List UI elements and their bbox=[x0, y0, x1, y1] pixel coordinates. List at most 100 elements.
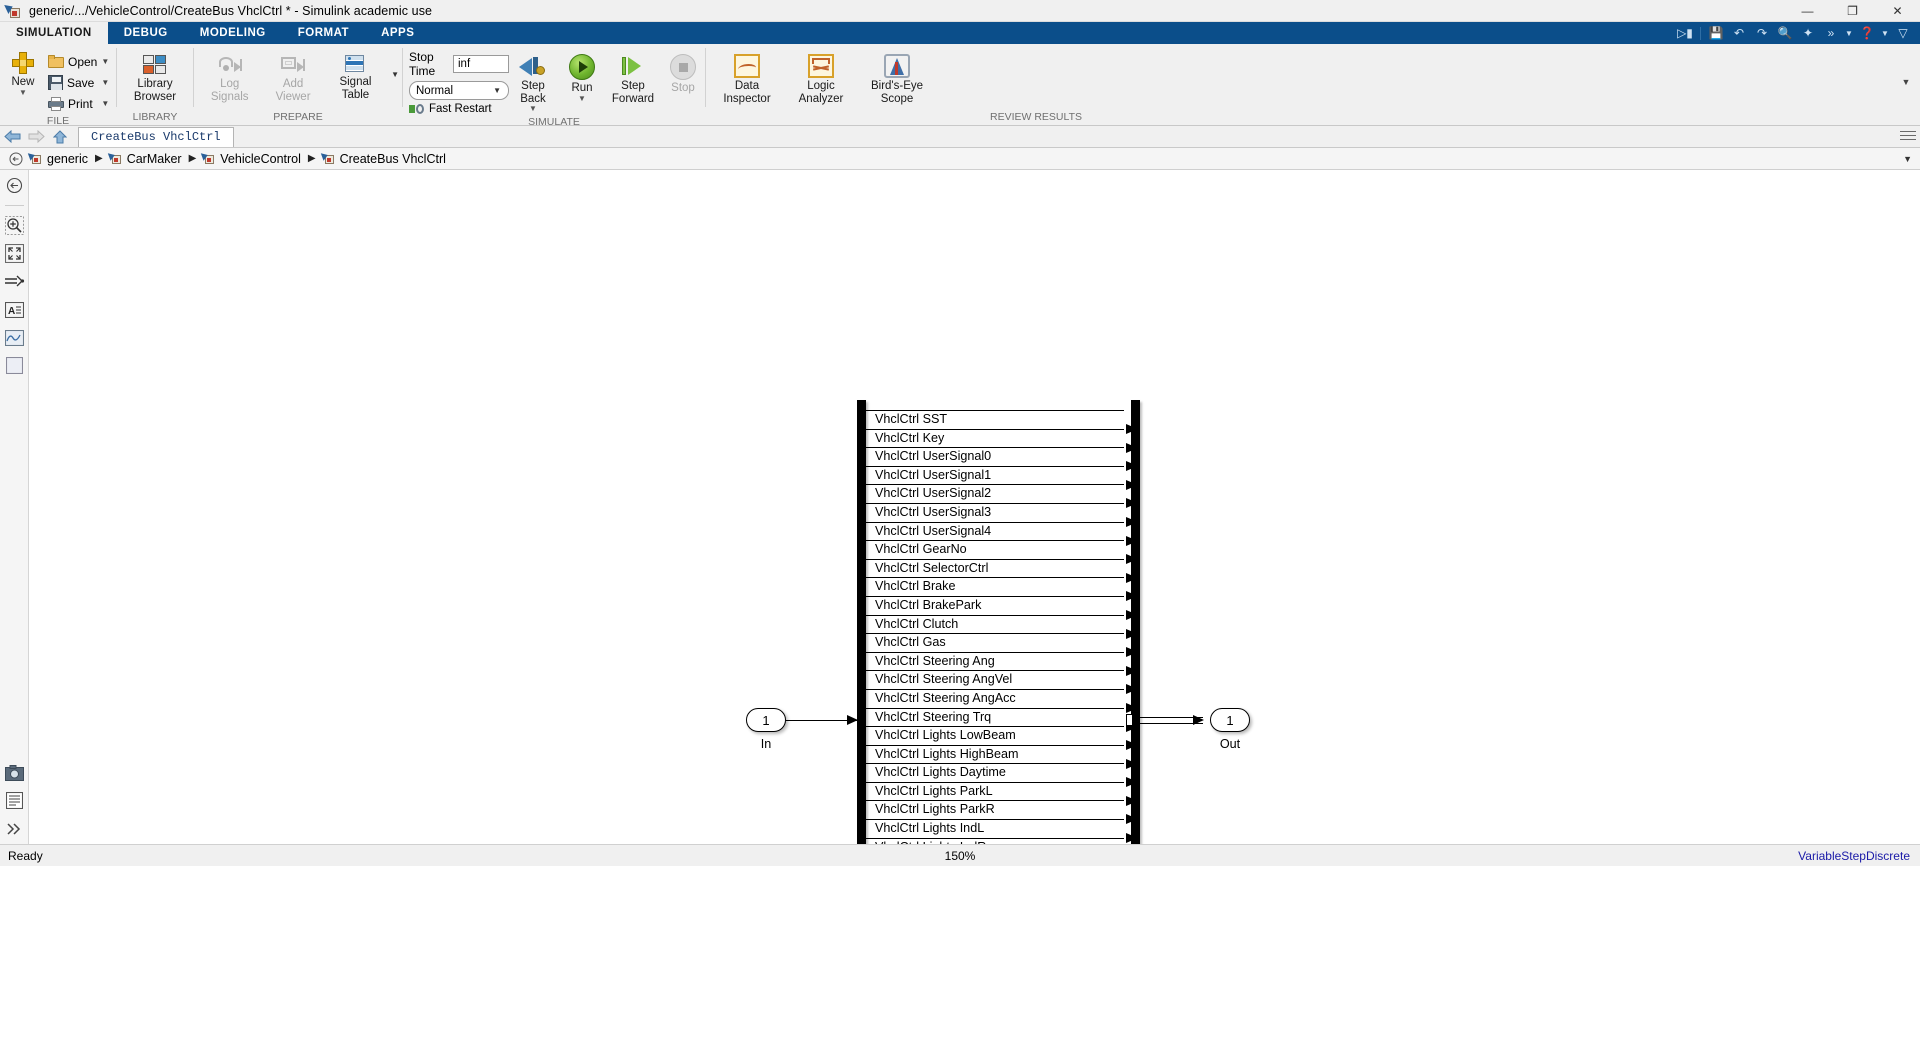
maximize-button[interactable]: ❐ bbox=[1830, 0, 1875, 22]
sidebar-item-expand-panel[interactable] bbox=[4, 819, 25, 838]
new-chevron-down-icon[interactable]: ▼ bbox=[19, 88, 27, 96]
tab-modeling[interactable]: MODELING bbox=[184, 22, 282, 44]
bus-signal-row[interactable]: VhclCtrl Gas bbox=[866, 633, 1138, 658]
bus-signal-row[interactable]: VhclCtrl Lights Daytime bbox=[866, 763, 1138, 788]
tab-apps[interactable]: APPS bbox=[365, 22, 430, 44]
navigate-up-button[interactable] bbox=[48, 127, 72, 147]
qa-matlab-icon[interactable]: ✦ bbox=[1797, 24, 1819, 43]
bus-signal-row[interactable]: VhclCtrl Key bbox=[866, 428, 1138, 453]
stop-button[interactable]: Stop bbox=[661, 52, 705, 112]
stop-time-input[interactable] bbox=[453, 55, 509, 73]
tab-debug[interactable]: DEBUG bbox=[108, 22, 184, 44]
simulation-mode-chevron-down-icon[interactable]: ▼ bbox=[493, 86, 501, 95]
breadcrumb-item-generic[interactable]: generic bbox=[27, 150, 90, 166]
print-button[interactable]: Print ▼ bbox=[46, 93, 115, 114]
step-forward-button[interactable]: Step Forward bbox=[607, 52, 659, 112]
bus-signal-row[interactable]: VhclCtrl Steering AngAcc bbox=[866, 688, 1138, 713]
open-chevron-down-icon[interactable]: ▼ bbox=[101, 57, 115, 66]
hide-breadcrumb-icon[interactable] bbox=[6, 149, 26, 169]
output-port-block[interactable]: 1 bbox=[1210, 708, 1250, 732]
qa-redo-icon[interactable]: ↷ bbox=[1751, 24, 1773, 43]
birds-eye-scope-icon bbox=[884, 54, 910, 78]
birds-eye-scope-button[interactable]: Bird's-Eye Scope bbox=[864, 52, 930, 105]
qa-save-icon[interactable]: 💾 bbox=[1705, 24, 1727, 43]
status-solver-label[interactable]: VariableStepDiscrete bbox=[1798, 849, 1910, 863]
sidebar-item-zoom[interactable] bbox=[4, 216, 25, 235]
qa-help-icon[interactable]: ❓ bbox=[1856, 24, 1878, 43]
input-port-block[interactable]: 1 bbox=[746, 708, 786, 732]
save-button[interactable]: Save ▼ bbox=[46, 72, 115, 93]
simulation-mode-select[interactable]: Normal ▼ bbox=[409, 81, 509, 100]
bus-signal-row[interactable]: VhclCtrl SST bbox=[866, 410, 1138, 434]
run-button[interactable]: Run ▼ bbox=[559, 52, 605, 112]
sidebar-item-scope[interactable] bbox=[4, 328, 25, 347]
sidebar-item-block[interactable] bbox=[4, 356, 25, 375]
bus-signal-row[interactable]: VhclCtrl UserSignal3 bbox=[866, 502, 1138, 527]
bus-signal-row[interactable]: VhclCtrl Steering Ang bbox=[866, 651, 1138, 676]
qa-expand-icon[interactable]: ▽ bbox=[1892, 24, 1914, 43]
bus-creator-input-bar[interactable] bbox=[857, 400, 866, 844]
print-chevron-down-icon[interactable]: ▼ bbox=[101, 99, 115, 108]
data-inspector-button[interactable]: Data Inspector bbox=[716, 52, 778, 105]
breadcrumb-item-carmaker[interactable]: CarMaker bbox=[107, 150, 184, 166]
bus-signal-row[interactable]: VhclCtrl Steering AngVel bbox=[866, 670, 1138, 695]
qa-undo-icon[interactable]: ↶ bbox=[1728, 24, 1750, 43]
bus-signal-row[interactable]: VhclCtrl UserSignal1 bbox=[866, 465, 1138, 490]
status-zoom-level[interactable]: 150% bbox=[945, 849, 976, 863]
tab-simulation[interactable]: SIMULATION bbox=[0, 22, 108, 44]
bus-signal-row[interactable]: VhclCtrl Brake bbox=[866, 577, 1138, 602]
sidebar-item-annotation[interactable]: A bbox=[4, 300, 25, 319]
navigate-forward-button[interactable] bbox=[24, 127, 48, 147]
step-back-button[interactable]: Step Back ▼ bbox=[509, 52, 557, 113]
add-viewer-button[interactable]: Add Viewer bbox=[263, 52, 322, 103]
breadcrumb-chevron-down-icon[interactable]: ▼ bbox=[1903, 154, 1912, 164]
bus-signal-row[interactable]: VhclCtrl Lights ParkR bbox=[866, 800, 1138, 825]
step-back-chevron-down-icon[interactable]: ▼ bbox=[529, 105, 537, 113]
simulink-canvas[interactable]: 1 In VhclCtrl SST VhclCtrl Key VhclCtrl Us… bbox=[29, 170, 1920, 844]
sidebar-item-fit-to-view[interactable] bbox=[4, 244, 25, 263]
bus-signal-row[interactable]: VhclCtrl Lights ParkL bbox=[866, 781, 1138, 806]
bus-signal-row[interactable]: VhclCtrl SelectorCtrl bbox=[866, 558, 1138, 583]
qa-help-chevron-down-icon[interactable]: ▼ bbox=[1879, 24, 1891, 43]
bus-signal-row[interactable]: VhclCtrl UserSignal0 bbox=[866, 447, 1138, 472]
qa-shortcuts-icon[interactable]: » bbox=[1820, 24, 1842, 43]
bus-signal-label: VhclCtrl Gas bbox=[875, 635, 946, 650]
signal-table-button[interactable]: Signal Table bbox=[327, 52, 384, 101]
bus-signal-row[interactable]: VhclCtrl Lights LowBeam bbox=[866, 726, 1138, 751]
bus-signal-row[interactable]: VhclCtrl GearNo bbox=[866, 540, 1138, 565]
sidebar-item-notes[interactable] bbox=[4, 791, 25, 810]
bus-signal-row[interactable]: VhclCtrl Lights HighBeam bbox=[866, 744, 1138, 769]
bus-signal-row[interactable]: VhclCtrl UserSignal2 bbox=[866, 484, 1138, 509]
model-tab-createbus-vhclctrl[interactable]: CreateBus VhclCtrl bbox=[78, 126, 234, 147]
tab-list-icon[interactable] bbox=[1900, 129, 1916, 143]
sidebar-item-navigate-back[interactable] bbox=[4, 176, 25, 195]
sidebar-item-signal-routing[interactable] bbox=[4, 272, 25, 291]
close-button[interactable]: ✕ bbox=[1875, 0, 1920, 22]
subsystem-icon-2 bbox=[201, 150, 216, 165]
open-button[interactable]: Open ▼ bbox=[46, 51, 115, 72]
run-chevron-down-icon[interactable]: ▼ bbox=[578, 94, 586, 102]
bus-signal-row[interactable]: VhclCtrl Lights IndL bbox=[866, 819, 1138, 844]
logic-analyzer-button[interactable]: Logic Analyzer bbox=[790, 52, 852, 105]
breadcrumb-item-createbus-vhclctrl[interactable]: CreateBus VhclCtrl bbox=[320, 150, 448, 166]
bus-signal-row[interactable]: VhclCtrl BrakePark bbox=[866, 595, 1138, 620]
sidebar-item-camera[interactable] bbox=[4, 763, 25, 782]
bus-signal-row[interactable]: VhclCtrl Clutch bbox=[866, 614, 1138, 639]
fast-restart-toggle[interactable]: Fast Restart bbox=[409, 103, 509, 115]
tab-format[interactable]: FORMAT bbox=[282, 22, 365, 44]
new-button[interactable]: New ▼ bbox=[0, 48, 46, 96]
breadcrumb-item-vehiclecontrol[interactable]: VehicleControl bbox=[201, 150, 303, 166]
qa-search-icon[interactable]: 🔍 bbox=[1774, 24, 1796, 43]
library-browser-button[interactable]: Library Browser bbox=[120, 52, 190, 103]
log-signals-button[interactable]: Log Signals bbox=[200, 52, 259, 103]
ribbon-collapse-chevron-down-icon[interactable]: ▼ bbox=[1898, 74, 1914, 90]
log-signals-icon bbox=[217, 54, 243, 76]
bus-signal-row[interactable]: VhclCtrl Steering Trq bbox=[866, 707, 1138, 732]
prepare-more-chevron-down-icon[interactable]: ▼ bbox=[388, 52, 402, 96]
save-chevron-down-icon[interactable]: ▼ bbox=[101, 78, 115, 87]
qa-shortcuts-chevron-down-icon[interactable]: ▼ bbox=[1843, 24, 1855, 43]
qa-run-icon[interactable]: ▷▮ bbox=[1674, 24, 1696, 43]
bus-signal-row[interactable]: VhclCtrl UserSignal4 bbox=[866, 521, 1138, 546]
minimize-button[interactable]: — bbox=[1785, 0, 1830, 22]
navigate-back-button[interactable] bbox=[0, 127, 24, 147]
